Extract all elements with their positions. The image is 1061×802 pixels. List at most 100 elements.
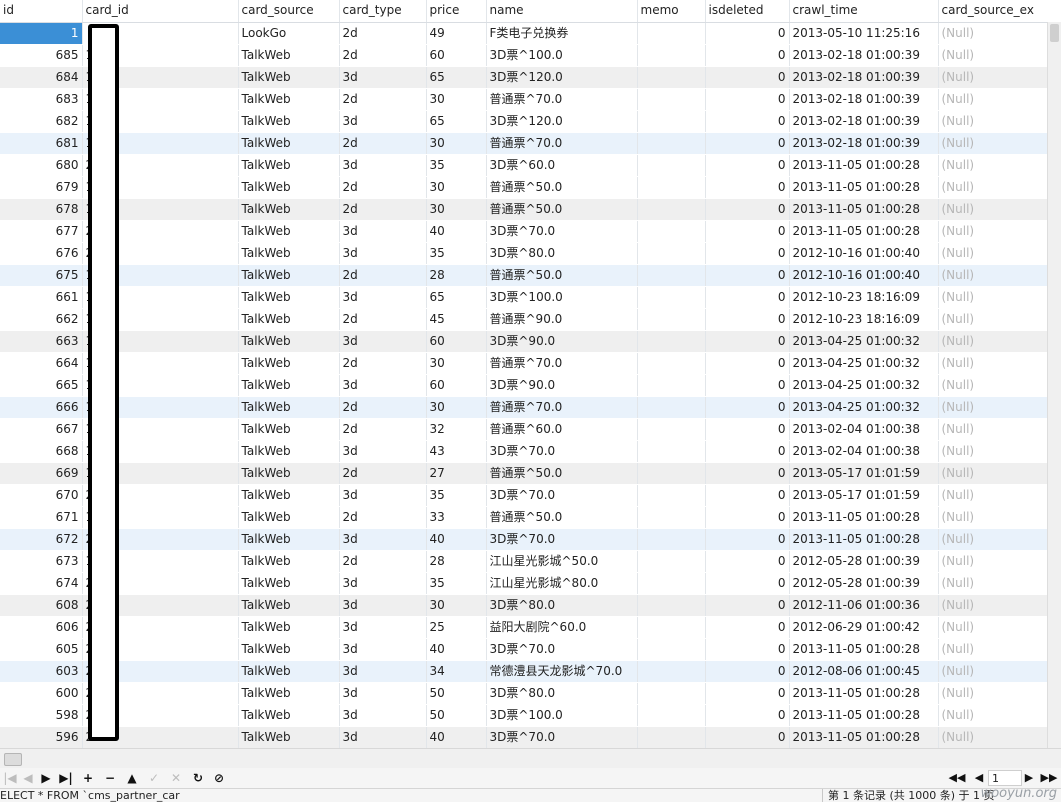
cell-memo[interactable] [637, 88, 706, 111]
first-page-icon[interactable]: ◀◀ [948, 770, 966, 786]
apply-changes-icon[interactable]: ✓ [146, 770, 162, 786]
cell-card-type[interactable]: 3d [339, 330, 427, 353]
cell-price[interactable]: 34 [426, 660, 487, 683]
cell-price[interactable]: 35 [426, 484, 487, 507]
table-row[interactable]: 6722TalkWeb3d403D票^70.002013-11-05 01:00… [0, 528, 1061, 551]
cell-isdeleted[interactable]: 0 [705, 396, 790, 419]
delete-record-icon[interactable]: − [102, 770, 118, 786]
cell-card-source-ex[interactable]: (Null) [938, 484, 1061, 507]
cell-memo[interactable] [637, 66, 706, 89]
cell-card-source[interactable]: TalkWeb [238, 616, 340, 639]
cell-price[interactable]: 27 [426, 462, 487, 485]
cell-crawl-time[interactable]: 2013-11-05 01:00:28 [789, 528, 939, 551]
cell-memo[interactable] [637, 330, 706, 353]
cell-price[interactable]: 30 [426, 88, 487, 111]
cell-name[interactable]: 3D票^70.0 [486, 726, 638, 748]
cell-card-source-ex[interactable]: (Null) [938, 176, 1061, 199]
column-header-card-id[interactable]: card_id [82, 0, 239, 23]
table-row[interactable]: 6821031TalkWeb3d653D票^120.002013-02-18 0… [0, 110, 1061, 133]
cell-memo[interactable] [637, 132, 706, 155]
cell-card-type[interactable]: 2d [339, 132, 427, 155]
cell-id[interactable]: 684 [0, 66, 83, 89]
cell-isdeleted[interactable]: 0 [705, 462, 790, 485]
cell-id[interactable]: 605 [0, 638, 83, 661]
table-row[interactable]: 6062TalkWeb3d25益阳大剧院^60.002012-06-29 01:… [0, 616, 1061, 639]
cell-memo[interactable] [637, 704, 706, 727]
cell-name[interactable]: 益阳大剧院^60.0 [486, 616, 638, 639]
table-row[interactable]: 6851045TalkWeb2d603D票^100.002013-02-18 0… [0, 44, 1061, 67]
last-record-icon[interactable]: ▶| [58, 770, 74, 786]
cell-memo[interactable] [637, 572, 706, 595]
cell-isdeleted[interactable]: 0 [705, 374, 790, 397]
cell-card-source-ex[interactable]: (Null) [938, 110, 1061, 133]
cell-crawl-time[interactable]: 2013-05-17 01:01:59 [789, 484, 939, 507]
cell-card-source-ex[interactable]: (Null) [938, 594, 1061, 617]
cell-id[interactable]: 678 [0, 198, 83, 221]
cell-price[interactable]: 40 [426, 726, 487, 748]
table-row[interactable]: 6802TalkWeb3d353D票^60.002013-11-05 01:00… [0, 154, 1061, 177]
cell-crawl-time[interactable]: 2012-05-28 01:00:39 [789, 572, 939, 595]
cell-memo[interactable] [637, 528, 706, 551]
cell-crawl-time[interactable]: 2013-05-10 11:25:16 [789, 22, 939, 45]
cell-card-type[interactable]: 3d [339, 682, 427, 705]
horizontal-scrollbar[interactable] [0, 748, 1061, 768]
cell-memo[interactable] [637, 440, 706, 463]
cell-card-source[interactable]: LookGo [238, 22, 340, 45]
cell-card-type[interactable]: 3d [339, 594, 427, 617]
cell-price[interactable]: 45 [426, 308, 487, 331]
cell-isdeleted[interactable]: 0 [705, 638, 790, 661]
cell-crawl-time[interactable]: 2013-02-04 01:00:38 [789, 440, 939, 463]
cell-card-type[interactable]: 3d [339, 638, 427, 661]
cell-card-source[interactable]: TalkWeb [238, 726, 340, 748]
cell-crawl-time[interactable]: 2013-05-17 01:01:59 [789, 462, 939, 485]
cell-id[interactable]: 670 [0, 484, 83, 507]
cell-name[interactable]: 3D票^60.0 [486, 154, 638, 177]
cell-price[interactable]: 30 [426, 352, 487, 375]
add-record-icon[interactable]: + [80, 770, 96, 786]
cell-card-type[interactable]: 2d [339, 44, 427, 67]
cell-crawl-time[interactable]: 2013-11-05 01:00:28 [789, 220, 939, 243]
cell-id[interactable]: 603 [0, 660, 83, 683]
cell-id[interactable]: 683 [0, 88, 83, 111]
cell-id[interactable]: 679 [0, 176, 83, 199]
cell-crawl-time[interactable]: 2013-04-25 01:00:32 [789, 330, 939, 353]
page-number-input[interactable]: 1 [988, 770, 1022, 786]
cell-crawl-time[interactable]: 2012-10-23 18:16:09 [789, 308, 939, 331]
column-header-name[interactable]: name [486, 0, 638, 23]
cell-card-source[interactable]: TalkWeb [238, 374, 340, 397]
table-row[interactable]: 1 LookGo 2d 49 F类电子兑换券 0 2013-05-10 11:25:16 (N… [0, 22, 1061, 45]
cell-card-source[interactable]: TalkWeb [238, 704, 340, 727]
table-row[interactable]: 6781TalkWeb2d30普通票^50.002013-11-05 01:00… [0, 198, 1061, 221]
cell-memo[interactable] [637, 616, 706, 639]
cell-id[interactable]: 666 [0, 396, 83, 419]
cell-id[interactable]: 1 [0, 22, 83, 45]
cell-id[interactable]: 671 [0, 506, 83, 529]
cell-card-type[interactable]: 3d [339, 726, 427, 748]
cell-crawl-time[interactable]: 2013-11-05 01:00:28 [789, 726, 939, 748]
cell-name[interactable]: 普通票^50.0 [486, 462, 638, 485]
cell-price[interactable]: 32 [426, 418, 487, 441]
column-header-card-source[interactable]: card_source [238, 0, 340, 23]
cell-isdeleted[interactable]: 0 [705, 330, 790, 353]
cell-memo[interactable] [637, 660, 706, 683]
cell-card-type[interactable]: 3d [339, 616, 427, 639]
cell-card-source[interactable]: TalkWeb [238, 418, 340, 441]
cell-card-type[interactable]: 2d [339, 176, 427, 199]
cell-card-source[interactable]: TalkWeb [238, 682, 340, 705]
cell-price[interactable]: 35 [426, 242, 487, 265]
cell-memo[interactable] [637, 198, 706, 221]
cell-card-source[interactable]: TalkWeb [238, 594, 340, 617]
cell-isdeleted[interactable]: 0 [705, 616, 790, 639]
cell-name[interactable]: 3D票^70.0 [486, 440, 638, 463]
cell-memo[interactable] [637, 264, 706, 287]
cell-card-type[interactable]: 3d [339, 660, 427, 683]
column-header-crawl-time[interactable]: crawl_time [789, 0, 939, 23]
cell-card-source-ex[interactable]: (Null) [938, 66, 1061, 89]
table-row[interactable]: 6731TalkWeb2d28江山星光影城^50.002012-05-28 01… [0, 550, 1061, 573]
cell-id[interactable]: 682 [0, 110, 83, 133]
cell-price[interactable]: 40 [426, 220, 487, 243]
cell-card-source-ex[interactable]: (Null) [938, 22, 1061, 45]
cell-card-source-ex[interactable]: (Null) [938, 264, 1061, 287]
cell-id[interactable]: 685 [0, 44, 83, 67]
cell-card-source[interactable]: TalkWeb [238, 330, 340, 353]
